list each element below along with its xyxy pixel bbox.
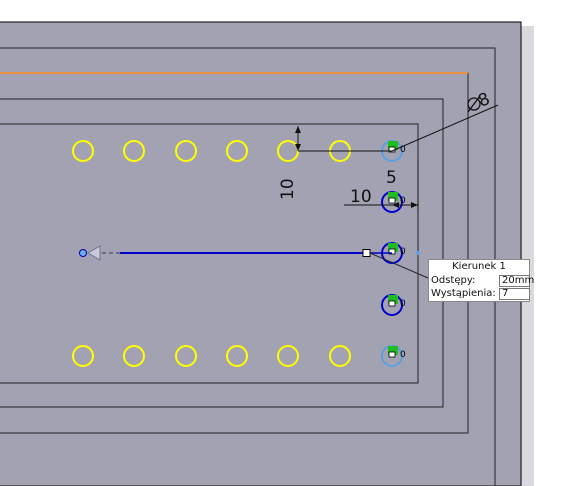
- snap-point[interactable]: [416, 251, 420, 255]
- svg-text:0: 0: [400, 299, 406, 309]
- pattern-callout-box[interactable]: Kierunek 1 Odstępy: 20mm Wystąpienia: 7: [428, 259, 534, 302]
- horizontal-dimension-label[interactable]: 10: [350, 187, 372, 207]
- direction-end-handle[interactable]: [362, 249, 371, 257]
- vertical-dimension-label[interactable]: 10: [278, 178, 298, 200]
- spacing-label: Odstępy:: [431, 275, 476, 286]
- spacing-input[interactable]: 20mm: [499, 275, 534, 287]
- small-dimension-label[interactable]: 5: [386, 168, 397, 188]
- instances-row: Wystąpienia: 7: [431, 288, 530, 301]
- sketch-canvas[interactable]: 0 0 0 0 0 10 10 5 8: [0, 0, 563, 486]
- direction-start-handle[interactable]: [79, 249, 87, 257]
- svg-text:0: 0: [400, 247, 406, 257]
- sketch-viewport[interactable]: 0 0 0 0 0 10 10 5 8 Kierunek 1 Odstępy: …: [0, 0, 563, 486]
- instances-input[interactable]: 7: [499, 288, 530, 300]
- pattern-direction-title: Kierunek 1: [452, 261, 506, 272]
- spacing-row: Odstępy: 20mm: [431, 275, 534, 288]
- instances-label: Wystąpienia:: [431, 288, 496, 299]
- svg-text:0: 0: [400, 350, 406, 360]
